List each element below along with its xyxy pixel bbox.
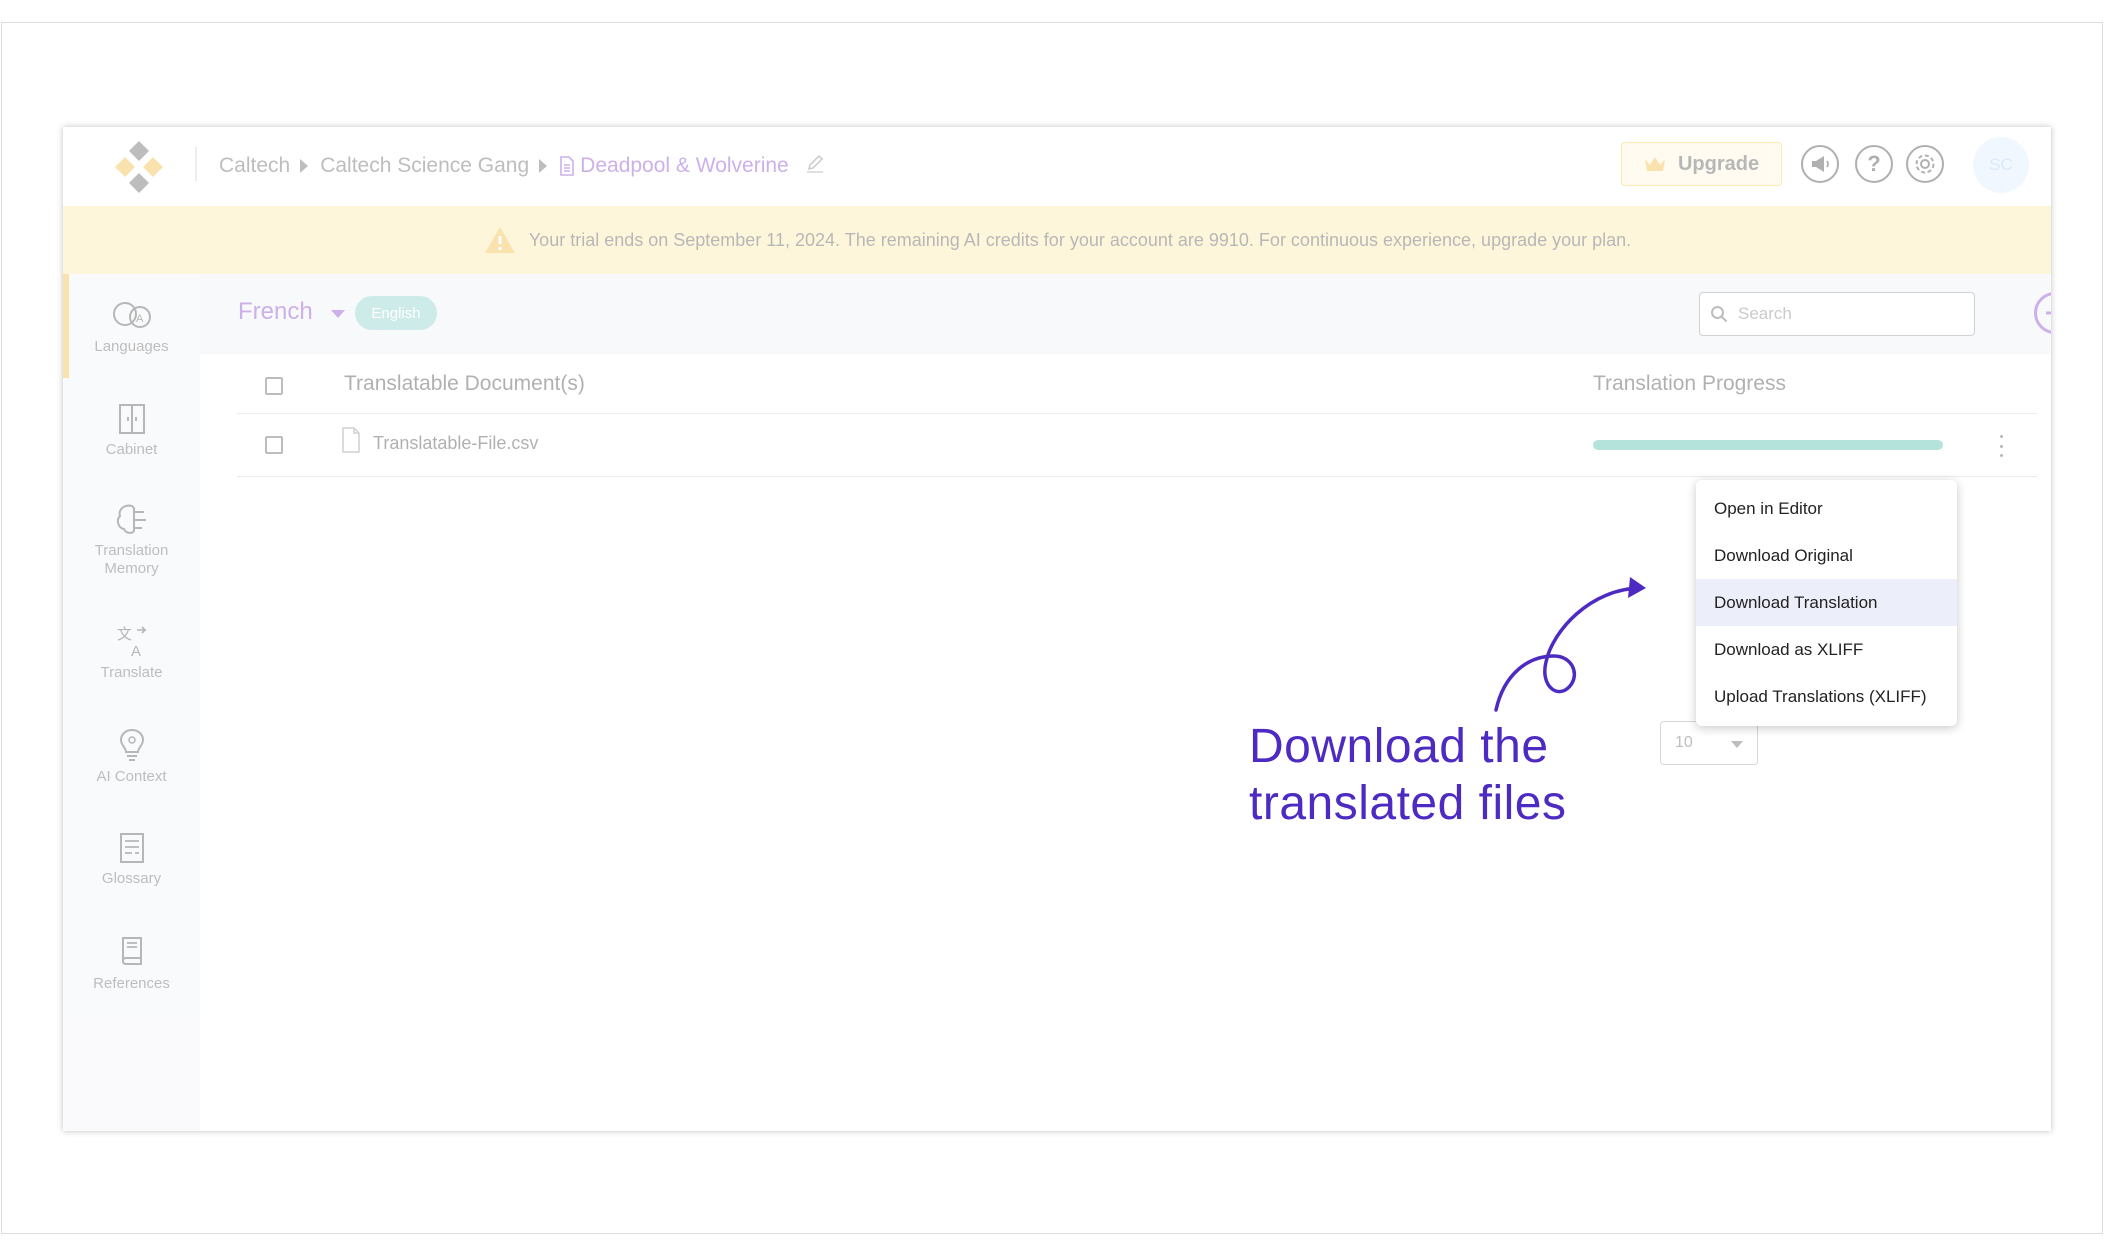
sidebar-item-ai-context[interactable]: AI Context bbox=[63, 728, 200, 786]
sidebar-label: References bbox=[93, 975, 170, 992]
divider bbox=[195, 147, 197, 181]
menu-item-open-in-editor[interactable]: Open in Editor bbox=[1696, 485, 1957, 532]
column-header-documents: Translatable Document(s) bbox=[344, 372, 585, 395]
column-header-progress: Translation Progress bbox=[1593, 372, 1786, 395]
trial-banner: Your trial ends on September 11, 2024. T… bbox=[63, 206, 2051, 274]
breadcrumb-team[interactable]: Caltech Science Gang bbox=[320, 154, 529, 178]
translation-progress-bar bbox=[1593, 440, 1943, 450]
sidebar: A Languages Cabinet Translation Memory 文… bbox=[63, 274, 200, 1131]
menu-item-upload-translations-xliff[interactable]: Upload Translations (XLIFF) bbox=[1696, 673, 1957, 720]
sidebar-item-translation-memory[interactable]: Translation Memory bbox=[63, 502, 200, 578]
edit-pencil-icon[interactable] bbox=[805, 153, 825, 179]
file-name[interactable]: Translatable-File.csv bbox=[342, 427, 539, 454]
warning-icon bbox=[484, 227, 515, 253]
book-icon bbox=[121, 937, 142, 965]
add-document-button[interactable] bbox=[2034, 292, 2051, 334]
search-icon bbox=[1711, 306, 1728, 323]
breadcrumb: Caltech Caltech Science Gang Deadpool & … bbox=[219, 149, 825, 183]
translate-icon: 文A bbox=[117, 625, 147, 658]
page-size-value: 10 bbox=[1675, 734, 1693, 751]
file-icon bbox=[342, 427, 360, 453]
sidebar-label: Translate bbox=[100, 664, 163, 681]
crown-icon bbox=[1644, 157, 1665, 171]
row-checkbox[interactable] bbox=[265, 436, 283, 454]
document-icon bbox=[560, 156, 574, 176]
plus-icon bbox=[2046, 311, 2051, 315]
annotation-line-1: Download the bbox=[1249, 720, 1549, 773]
help-icon[interactable]: ? bbox=[1855, 145, 1893, 183]
select-all-checkbox[interactable] bbox=[265, 377, 283, 395]
breadcrumb-separator-icon bbox=[539, 159, 548, 173]
cabinet-icon bbox=[118, 404, 145, 434]
page-size-select[interactable]: 10 bbox=[1660, 721, 1758, 765]
language-bar: French English bbox=[200, 274, 2051, 354]
upgrade-button[interactable]: Upgrade bbox=[1621, 142, 1782, 186]
settings-gear-icon[interactable] bbox=[1906, 145, 1944, 183]
sidebar-item-glossary[interactable]: Glossary bbox=[63, 832, 200, 888]
sidebar-item-languages[interactable]: A Languages bbox=[63, 300, 200, 356]
search-input[interactable] bbox=[1736, 303, 1960, 325]
sidebar-label: Languages bbox=[94, 338, 169, 355]
sidebar-item-translate[interactable]: 文A Translate bbox=[63, 624, 200, 682]
breadcrumb-document[interactable]: Deadpool & Wolverine bbox=[559, 154, 789, 178]
annotation-arrow-icon bbox=[1494, 577, 1646, 712]
sidebar-item-cabinet[interactable]: Cabinet bbox=[63, 403, 200, 459]
glossary-icon bbox=[119, 833, 144, 863]
logo-icon[interactable] bbox=[109, 137, 169, 197]
sidebar-label: AI Context bbox=[96, 768, 167, 785]
chevron-down-icon[interactable] bbox=[331, 310, 345, 318]
menu-item-download-original[interactable]: Download Original bbox=[1696, 532, 1957, 579]
document-title: Deadpool & Wolverine bbox=[580, 154, 789, 177]
breadcrumb-separator-icon bbox=[300, 159, 309, 173]
svg-text:A: A bbox=[131, 643, 141, 658]
announcement-icon[interactable] bbox=[1801, 145, 1839, 183]
breadcrumb-org[interactable]: Caltech bbox=[219, 154, 290, 178]
sidebar-label: Glossary bbox=[101, 870, 162, 887]
table-row[interactable]: Translatable-File.csv bbox=[237, 413, 2037, 477]
annotation-callout: Download the translated files bbox=[1249, 718, 1567, 832]
brain-icon bbox=[116, 504, 146, 534]
lightbulb-icon bbox=[119, 728, 144, 761]
file-name-text: Translatable-File.csv bbox=[373, 433, 539, 453]
search-box[interactable] bbox=[1699, 292, 1975, 336]
avatar[interactable]: SC bbox=[1973, 137, 2029, 193]
source-language-badge: English bbox=[355, 296, 437, 330]
languages-icon: A bbox=[112, 302, 151, 328]
sidebar-label: Translation Memory bbox=[94, 542, 169, 577]
sidebar-item-references[interactable]: References bbox=[63, 935, 200, 993]
target-language-select[interactable]: French bbox=[238, 298, 313, 326]
svg-text:文: 文 bbox=[117, 625, 132, 643]
annotation-line-2: translated files bbox=[1249, 777, 1567, 830]
svg-text:A: A bbox=[136, 313, 144, 325]
sidebar-label: Cabinet bbox=[105, 441, 158, 458]
top-bar: Caltech Caltech Science Gang Deadpool & … bbox=[63, 127, 2051, 206]
table-header: Translatable Document(s) Translation Pro… bbox=[237, 354, 2037, 414]
upgrade-label: Upgrade bbox=[1677, 152, 1760, 175]
trial-banner-text: Your trial ends on September 11, 2024. T… bbox=[528, 229, 1632, 250]
menu-item-download-xliff[interactable]: Download as XLIFF bbox=[1696, 626, 1957, 673]
row-context-menu: Open in Editor Download Original Downloa… bbox=[1696, 480, 1957, 726]
menu-item-download-translation[interactable]: Download Translation bbox=[1696, 579, 1957, 626]
more-options-icon[interactable] bbox=[1989, 435, 2013, 457]
chevron-down-icon bbox=[1731, 741, 1743, 748]
